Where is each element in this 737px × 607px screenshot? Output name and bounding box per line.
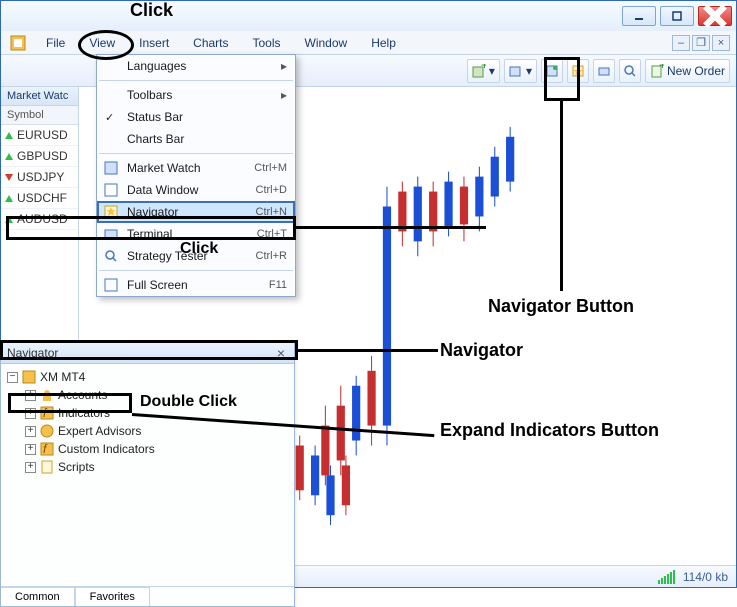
mdi-minimize[interactable]: –: [672, 35, 690, 51]
menu-view[interactable]: View: [78, 32, 126, 54]
navigator-toolbar-button[interactable]: [567, 59, 589, 83]
down-arrow-icon: [5, 174, 13, 181]
expand-icon[interactable]: +: [25, 390, 36, 401]
symbol-name: USDCHF: [17, 191, 67, 205]
chevron-down-icon: ▾: [526, 64, 532, 78]
up-arrow-icon: [5, 216, 13, 223]
expand-icon[interactable]: +: [25, 426, 36, 437]
menu-navigator[interactable]: NavigatorCtrl+N: [97, 201, 295, 223]
symbol-name: AUDUSD: [17, 212, 68, 226]
menubar: File View Insert Charts Tools Window Hel…: [1, 31, 736, 55]
indicators-icon: f: [40, 406, 54, 420]
app-icon: [7, 32, 29, 54]
tree-root[interactable]: −XM MT4: [7, 368, 288, 386]
new-order-button[interactable]: +New Order: [645, 59, 730, 83]
market-watch-toolbar-button[interactable]: [541, 59, 563, 83]
tab-favorites[interactable]: Favorites: [75, 587, 150, 606]
tree-expert-advisors[interactable]: +Expert Advisors: [7, 422, 288, 440]
market-watch-title: Market Watc: [1, 87, 78, 106]
tree-custom-indicators[interactable]: +fCustom Indicators: [7, 440, 288, 458]
expert-advisors-icon: [40, 424, 54, 438]
view-dropdown: Languages▸ Toolbars▸ ✓Status Bar Charts …: [96, 54, 296, 297]
menu-tools[interactable]: Tools: [242, 32, 292, 54]
menu-full-screen[interactable]: Full ScreenF11: [97, 274, 295, 296]
menu-toolbars[interactable]: Toolbars▸: [97, 84, 295, 106]
mdi-close[interactable]: ×: [712, 35, 730, 51]
menu-charts-bar[interactable]: Charts Bar: [97, 128, 295, 150]
up-arrow-icon: [5, 195, 13, 202]
expand-icon[interactable]: +: [25, 408, 36, 419]
accounts-icon: [40, 388, 54, 402]
tree-indicators[interactable]: +fIndicators: [7, 404, 288, 422]
symbol-row[interactable]: AUDUSD: [1, 209, 78, 230]
submenu-arrow-icon: ▸: [281, 88, 287, 102]
symbol-name: GBPUSD: [17, 149, 68, 163]
close-button[interactable]: [698, 6, 732, 26]
navigator-panel: Navigator × −XM MT4 +Accounts +fIndicato…: [0, 342, 295, 607]
full-screen-icon: [103, 277, 119, 293]
tab-common[interactable]: Common: [1, 587, 75, 606]
menu-insert[interactable]: Insert: [128, 32, 180, 54]
scripts-icon: [40, 460, 54, 474]
navigator-tabs: Common Favorites: [1, 586, 294, 606]
menu-file[interactable]: File: [35, 32, 76, 54]
terminal-icon: [103, 226, 119, 242]
custom-indicators-icon: f: [40, 442, 54, 456]
symbol-row[interactable]: USDJPY: [1, 167, 78, 188]
up-arrow-icon: [5, 132, 13, 139]
submenu-arrow-icon: ▸: [281, 59, 287, 73]
strategy-tester-toolbar-button[interactable]: [619, 59, 641, 83]
tree-scripts[interactable]: +Scripts: [7, 458, 288, 476]
menu-data-window[interactable]: Data WindowCtrl+D: [97, 179, 295, 201]
menu-languages[interactable]: Languages▸: [97, 55, 295, 77]
new-chart-button[interactable]: +▾: [467, 59, 500, 83]
market-watch-icon: [103, 160, 119, 176]
menu-market-watch[interactable]: Market WatchCtrl+M: [97, 157, 295, 179]
minimize-button[interactable]: [622, 6, 656, 26]
terminal-root-icon: [22, 370, 36, 384]
tree-accounts[interactable]: +Accounts: [7, 386, 288, 404]
maximize-button[interactable]: [660, 6, 694, 26]
mdi-controls: – ❐ ×: [672, 35, 730, 51]
symbol-row[interactable]: GBPUSD: [1, 146, 78, 167]
check-icon: ✓: [105, 111, 114, 124]
titlebar: [1, 1, 736, 31]
navigator-title-bar[interactable]: Navigator ×: [1, 343, 294, 364]
profiles-button[interactable]: ▾: [504, 59, 537, 83]
expand-icon[interactable]: +: [25, 444, 36, 455]
symbol-name: USDJPY: [17, 170, 64, 184]
chevron-down-icon: ▾: [489, 64, 495, 78]
navigator-title: Navigator: [7, 346, 58, 360]
navigator-tree: −XM MT4 +Accounts +fIndicators +Expert A…: [1, 364, 294, 480]
symbol-name: EURUSD: [17, 128, 68, 142]
bandwidth-label: 114/0 kb: [683, 570, 728, 584]
menu-status-bar[interactable]: ✓Status Bar: [97, 106, 295, 128]
expand-icon[interactable]: +: [25, 462, 36, 473]
svg-text:+: +: [659, 64, 664, 72]
svg-text:+: +: [481, 64, 486, 72]
strategy-tester-icon: [103, 248, 119, 264]
symbol-row[interactable]: USDCHF: [1, 188, 78, 209]
navigator-icon: [103, 204, 119, 220]
mdi-restore[interactable]: ❐: [692, 35, 710, 51]
menu-help[interactable]: Help: [360, 32, 407, 54]
menu-window[interactable]: Window: [294, 32, 359, 54]
connection-bars-icon: [658, 570, 675, 584]
terminal-toolbar-button[interactable]: [593, 59, 615, 83]
menu-strategy-tester[interactable]: Strategy TesterCtrl+R: [97, 245, 295, 267]
new-order-label: New Order: [667, 64, 725, 78]
menu-charts[interactable]: Charts: [182, 32, 239, 54]
market-watch-header: Symbol: [1, 106, 78, 125]
up-arrow-icon: [5, 153, 13, 160]
data-window-icon: [103, 182, 119, 198]
symbol-row[interactable]: EURUSD: [1, 125, 78, 146]
navigator-close-button[interactable]: ×: [274, 345, 288, 361]
collapse-icon[interactable]: −: [7, 372, 18, 383]
menu-terminal[interactable]: TerminalCtrl+T: [97, 223, 295, 245]
